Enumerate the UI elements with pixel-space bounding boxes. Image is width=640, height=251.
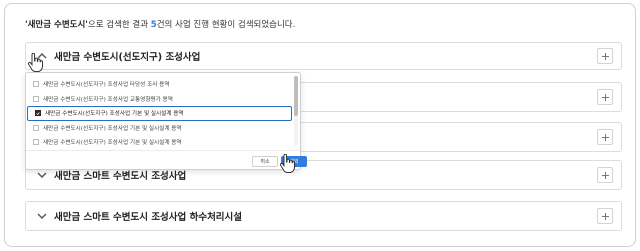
results-container: '새만금 수변도시'으로 검색한 결과 5건의 사업 진행 현황이 검색되었습니…: [4, 3, 636, 247]
panel-title: 새만금 스마트 수변도시 조성사업 하수처리시설: [54, 212, 243, 223]
summary-text-1: 으로 검색한 결과: [87, 20, 151, 30]
option-list: 새만금 수변도시(선도지구) 조성사업 타당성 조사 용역 새만금 수변도시(선…: [26, 77, 294, 150]
option-label: 새만금 수변도시(선도지구) 조성사업 타당성 조사 용역: [43, 82, 170, 89]
panel-title: 새만금 스마트 수변도시 조성사업: [54, 171, 187, 182]
option-label: 새만금 수변도시(선도지구) 조성사업 기본 및 실시설계 용역: [45, 111, 184, 118]
panel-title: 새만금 수변도시(선도지구) 조성사업: [54, 52, 201, 63]
option-item[interactable]: 새만금 수변도시(선도지구) 조성사업 기본 및 실시설계 용역: [26, 135, 294, 150]
plus-icon: [601, 52, 609, 60]
chevron-down-icon[interactable]: [36, 169, 48, 181]
checkbox[interactable]: [33, 95, 39, 102]
cancel-button[interactable]: 취소: [252, 156, 278, 167]
plus-icon: [601, 93, 609, 101]
plus-button[interactable]: [597, 89, 613, 105]
option-item[interactable]: 새만금 수변도시(선도지구) 조성사업 타당성 조사 용역: [26, 77, 294, 92]
option-label: 새만금 수변도시(선도지구) 조성사업 교통영향평가 용역: [43, 96, 173, 103]
search-keyword: '새만금 수변도시': [25, 20, 88, 30]
plus-icon: [601, 133, 609, 141]
checkbox-checked[interactable]: [35, 110, 41, 117]
hand-pointer-icon: [27, 53, 43, 73]
scrollbar-thumb[interactable]: [294, 76, 298, 116]
checkbox[interactable]: [33, 124, 39, 131]
project-panel-1[interactable]: 새만금 수변도시(선도지구) 조성사업: [25, 42, 622, 70]
checkbox[interactable]: [33, 139, 39, 146]
option-label: 새만금 수변도시(선도지구) 조성사업 기본 및 실시설계 용역: [43, 140, 182, 147]
chevron-down-icon[interactable]: [36, 210, 48, 222]
check-icon: [36, 111, 40, 115]
plus-icon: [601, 171, 609, 179]
divider: [26, 150, 300, 151]
option-item[interactable]: 새만금 수변도시(선도지구) 조성사업 기본 및 실시설계 용역: [26, 121, 294, 136]
plus-button[interactable]: [597, 48, 613, 64]
plus-icon: [601, 212, 609, 220]
plus-button[interactable]: [597, 208, 613, 224]
project-panel-5[interactable]: 새만금 스마트 수변도시 조성사업 하수처리시설: [25, 201, 622, 231]
plus-button[interactable]: [597, 129, 613, 145]
sub-project-dropdown: 새만금 수변도시(선도지구) 조성사업 타당성 조사 용역 새만금 수변도시(선…: [25, 72, 307, 170]
option-item-selected[interactable]: 새만금 수변도시(선도지구) 조성사업 기본 및 실시설계 용역: [27, 106, 292, 121]
option-label: 새만금 수변도시(선도지구) 조성사업 기본 및 실시설계 용역: [43, 125, 182, 132]
search-summary: '새만금 수변도시'으로 검색한 결과 5건의 사업 진행 현황이 검색되었습니…: [25, 18, 295, 30]
checkbox[interactable]: [33, 81, 39, 88]
plus-button[interactable]: [597, 167, 613, 183]
summary-text-2: 건의 사업 진행 현황이 검색되었습니다.: [156, 20, 296, 30]
hand-pointer-icon: [279, 154, 295, 174]
option-item[interactable]: 새만금 수변도시(선도지구) 조성사업 교통영향평가 용역: [26, 92, 294, 107]
